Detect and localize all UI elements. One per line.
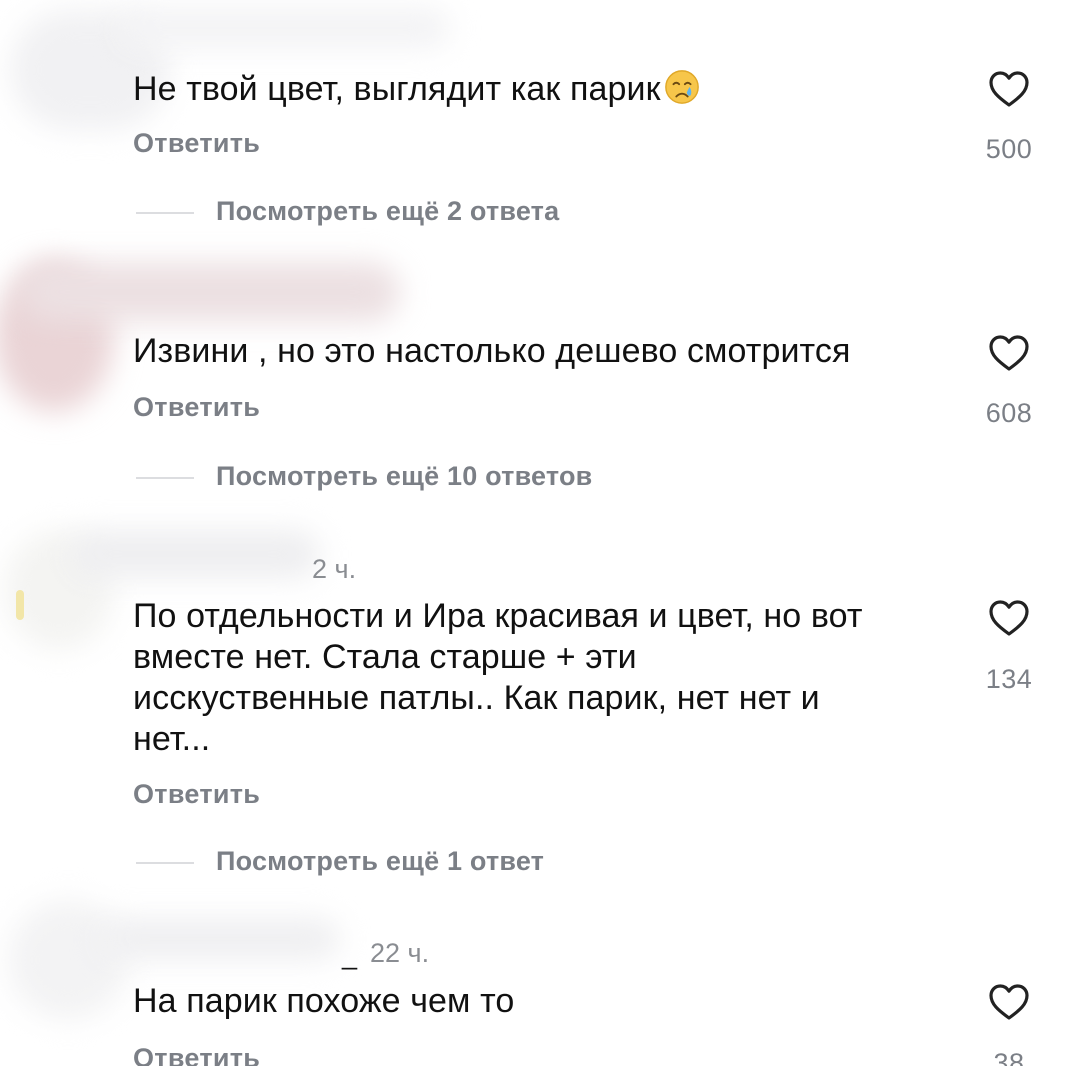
comment-text-line-3: исскуственные патлы.. Как парик, нет нет… — [133, 679, 820, 717]
reply-button[interactable]: Ответить — [133, 128, 260, 159]
reply-button[interactable]: Ответить — [133, 779, 260, 810]
comment-time: 22 ч. — [370, 938, 430, 968]
comment-text-line-2: вместе нет. Стала старше + эти — [133, 638, 637, 676]
like-count: 38 — [993, 1048, 1025, 1066]
comments-screen: Не твой цвет, выглядит как парик Ответит… — [0, 0, 1080, 1066]
avatar-edge-3 — [16, 590, 24, 620]
comment-username-fragment: _ — [342, 940, 358, 970]
view-replies-button[interactable]: Посмотреть ещё 10 ответов — [216, 461, 592, 492]
heart-outline-icon[interactable] — [988, 599, 1030, 637]
comment-time: 2 ч. — [312, 554, 357, 584]
view-replies-button[interactable]: Посмотреть ещё 1 ответ — [216, 846, 544, 877]
redacted-username-4 — [100, 918, 340, 960]
comment-text-line-1: По отдельности и Ира красивая и цвет, но… — [133, 597, 863, 635]
like-count: 134 — [985, 664, 1033, 694]
replies-divider — [136, 212, 194, 214]
redacted-username-2 — [20, 262, 400, 322]
comment-text-line-4: нет... — [133, 720, 211, 758]
reply-button[interactable]: Ответить — [133, 392, 260, 423]
redacted-username-1 — [120, 8, 450, 48]
heart-outline-icon[interactable] — [988, 334, 1030, 372]
redacted-avatar-4 — [8, 900, 128, 1020]
heart-outline-icon[interactable] — [988, 70, 1030, 108]
comment-text: Не твой цвет, выглядит как парик — [133, 68, 701, 110]
replies-divider — [136, 477, 194, 479]
replies-divider — [136, 862, 194, 864]
like-count: 500 — [985, 134, 1033, 164]
crying-face-emoji — [664, 70, 699, 104]
view-replies-button[interactable]: Посмотреть ещё 2 ответа — [216, 196, 559, 227]
redacted-username-3 — [70, 530, 320, 578]
comment-text: На парик похоже чем то — [133, 982, 515, 1020]
reply-button[interactable]: Ответить — [133, 1043, 260, 1066]
like-count: 608 — [985, 398, 1033, 428]
comment-text: Извини , но это настолько дешево смотрит… — [133, 332, 851, 370]
heart-outline-icon[interactable] — [988, 983, 1030, 1021]
